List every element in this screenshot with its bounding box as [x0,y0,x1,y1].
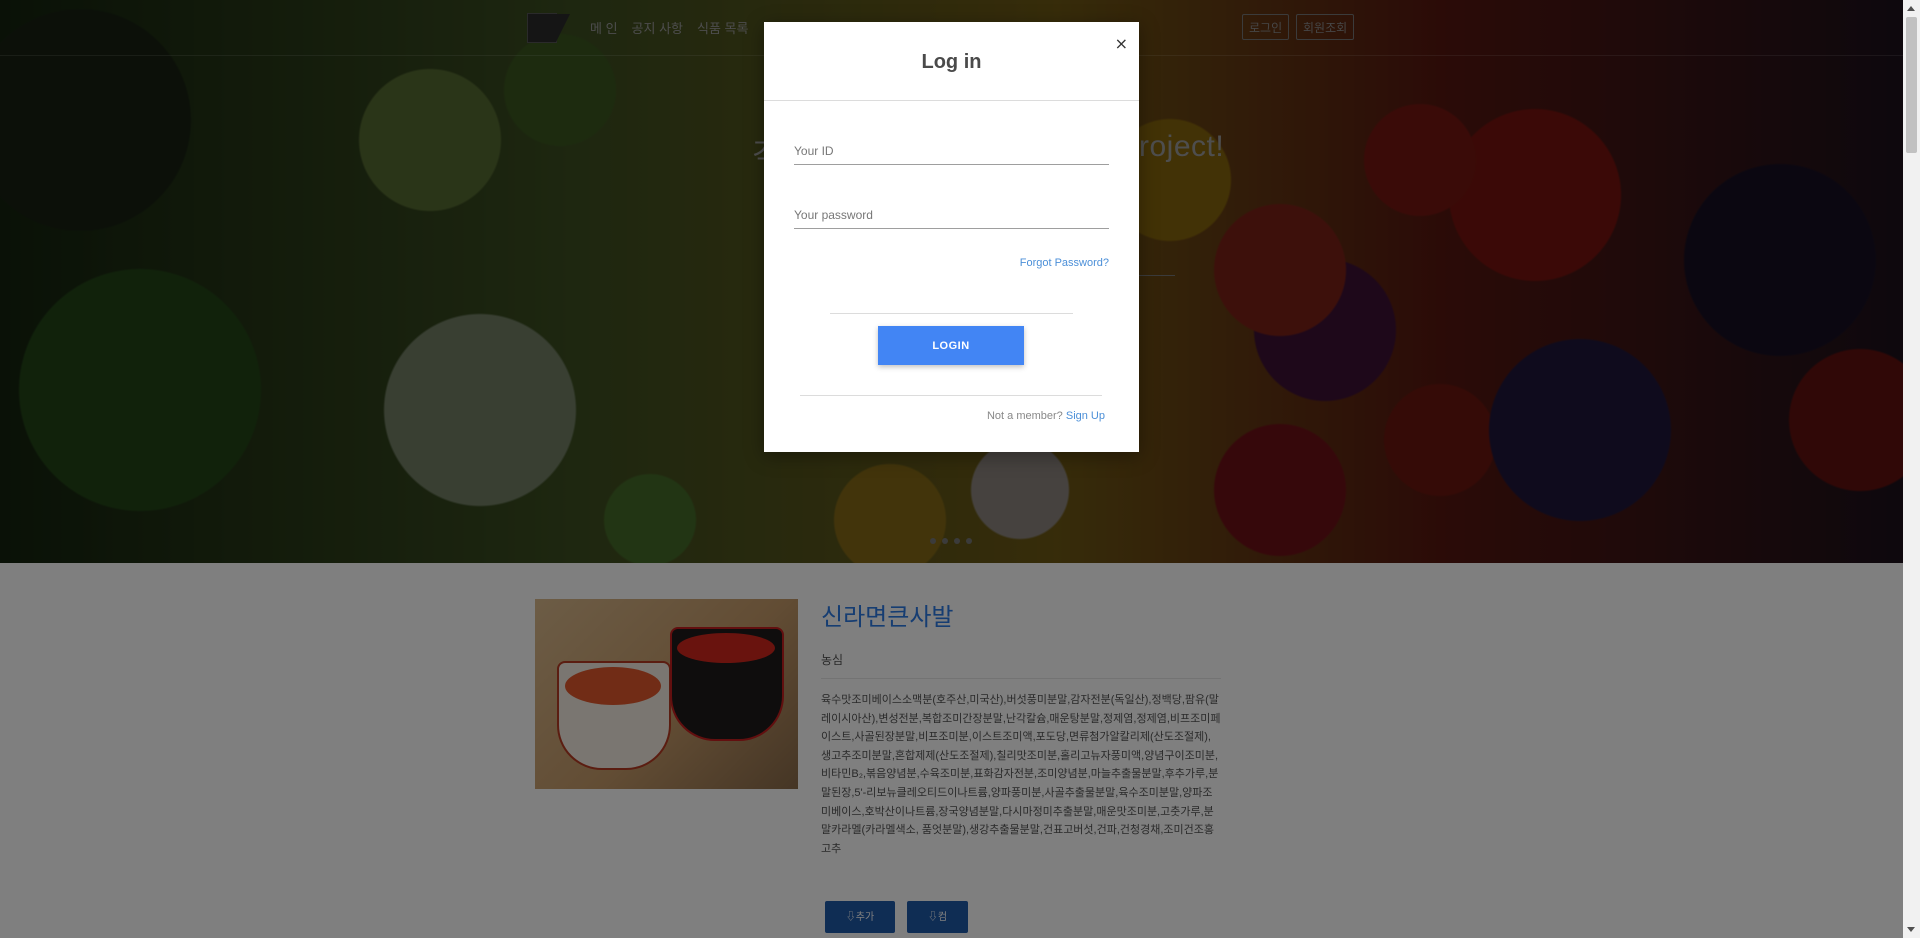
id-input[interactable] [794,138,1109,165]
modal-title: Log in [921,51,982,73]
login-modal: Log in × Forgot Password? LOGIN Not a me… [764,22,1139,452]
scrollbar[interactable] [1903,0,1920,938]
divider [800,395,1102,396]
modal-header: Log in × [764,22,1139,101]
id-field [794,138,1109,165]
login-button[interactable]: LOGIN [878,326,1024,365]
password-input[interactable] [794,202,1109,229]
divider [830,313,1073,314]
scroll-thumb[interactable] [1906,17,1917,153]
scroll-up-icon[interactable] [1907,6,1915,11]
close-icon[interactable]: × [1115,34,1128,53]
password-field [794,202,1109,229]
signup-prompt: Not a member? Sign Up [987,410,1105,422]
not-member-label: Not a member? [986,410,1063,422]
scroll-down-icon[interactable] [1907,927,1915,932]
signup-link[interactable]: Sign Up [1066,410,1105,422]
forgot-password-link[interactable]: Forgot Password? [1020,257,1109,269]
